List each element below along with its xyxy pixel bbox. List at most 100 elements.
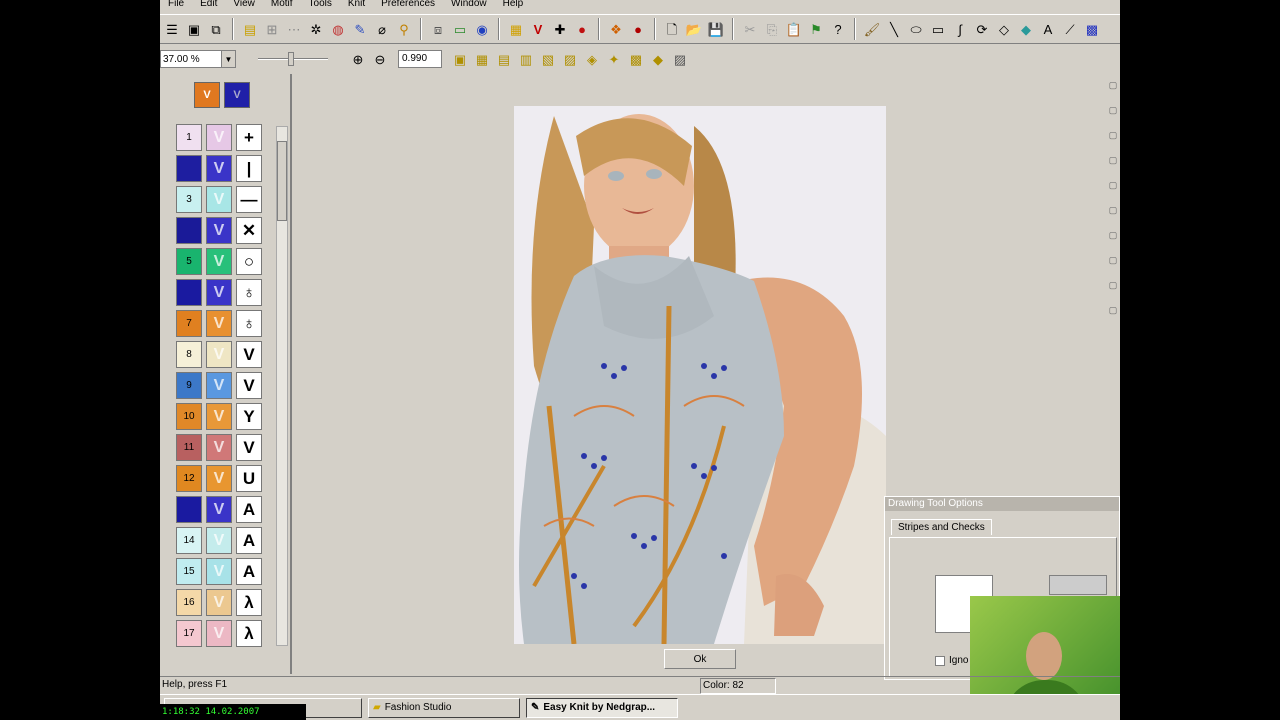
open-folder-icon[interactable]: 📂 <box>684 19 704 39</box>
stitch-v-icon[interactable]: V <box>206 217 232 244</box>
yarn-number-swatch[interactable]: 11 <box>176 434 202 461</box>
stitch-v-icon[interactable]: V <box>206 620 232 647</box>
stitch-v-icon[interactable]: V <box>206 124 232 151</box>
ignore-checkbox[interactable]: Igno <box>935 655 968 666</box>
yarn-number-swatch[interactable]: 9 <box>176 372 202 399</box>
stitch-symbol[interactable]: — <box>236 186 262 213</box>
palette-row[interactable]: 15 V A <box>176 556 268 587</box>
checkbox-box[interactable] <box>935 655 945 666</box>
palette-row[interactable]: 11 V V <box>176 432 268 463</box>
menu-tools[interactable]: Tools <box>301 0 340 10</box>
stitch-v-icon[interactable]: V <box>206 496 232 523</box>
stitch-symbol[interactable]: ○ <box>236 248 262 275</box>
palette-row[interactable]: V ♁ <box>176 277 268 308</box>
taskbar-easy-knit[interactable]: ✎ Easy Knit by Nedgrap... <box>526 697 678 718</box>
curve-icon[interactable]: ∫ <box>950 19 970 39</box>
pencil-icon[interactable]: ✎ <box>350 19 370 39</box>
side-tool-5-icon[interactable]: ▢ <box>1109 180 1118 191</box>
side-tool-9-icon[interactable]: ▢ <box>1109 280 1118 291</box>
yarn-number-swatch[interactable] <box>176 496 202 523</box>
motif-tool-3-icon[interactable]: ▤ <box>494 49 514 69</box>
stitch-symbol[interactable]: | <box>236 155 262 182</box>
new-motif-icon[interactable]: ▤ <box>240 19 260 39</box>
yarn-number-swatch[interactable] <box>176 155 202 182</box>
yarn-icon[interactable]: ● <box>572 19 592 39</box>
stitch-symbol[interactable]: Y <box>236 403 262 430</box>
stitch-symbol[interactable]: V <box>236 434 262 461</box>
motif-tool-1-icon[interactable]: ▣ <box>450 49 470 69</box>
stitch-symbol[interactable]: A <box>236 558 262 585</box>
layers-icon[interactable]: ⧉ <box>206 19 226 39</box>
menu-knit[interactable]: Knit <box>340 0 373 10</box>
stitch-symbol[interactable]: U <box>236 465 262 492</box>
align-left-icon[interactable]: ☰ <box>162 19 182 39</box>
slider-thumb[interactable] <box>288 52 294 66</box>
menu-file[interactable]: File <box>160 0 192 10</box>
ellipse-icon[interactable]: ⬭ <box>906 19 926 39</box>
ok-button[interactable]: Ok <box>664 649 736 669</box>
frame-icon[interactable]: ▭ <box>450 19 470 39</box>
copy-icon[interactable]: ⎘ <box>762 19 782 39</box>
rectangle-icon[interactable]: ▭ <box>928 19 948 39</box>
yarn-number-swatch[interactable]: 8 <box>176 341 202 368</box>
stitch-symbol[interactable]: ♁ <box>236 279 262 306</box>
dots-icon[interactable]: ⋯ <box>284 19 304 39</box>
menu-edit[interactable]: Edit <box>192 0 225 10</box>
stitch-v-icon[interactable]: V <box>206 589 232 616</box>
fill-icon[interactable]: ◍ <box>328 19 348 39</box>
menu-motif[interactable]: Motif <box>263 0 301 10</box>
stitch-symbol[interactable]: V <box>236 372 262 399</box>
repeat-icon[interactable]: ⧈ <box>428 19 448 39</box>
stitch-v-icon[interactable]: V <box>206 403 232 430</box>
zoom-combo[interactable]: 37.00 % ▼ <box>160 50 236 68</box>
yarn-number-swatch[interactable]: 3 <box>176 186 202 213</box>
side-tool-10-icon[interactable]: ▢ <box>1109 305 1118 316</box>
stitch-v-icon[interactable]: V <box>206 465 232 492</box>
pin-icon[interactable]: ⚑ <box>806 19 826 39</box>
line-icon[interactable]: ╲ <box>884 19 904 39</box>
yarn-number-swatch[interactable]: 12 <box>176 465 202 492</box>
help-cursor-icon[interactable]: ? <box>828 19 848 39</box>
clip-icon[interactable]: ⌀ <box>372 19 392 39</box>
side-tool-4-icon[interactable]: ▢ <box>1109 155 1118 166</box>
motif-tool-7-icon[interactable]: ◈ <box>582 49 602 69</box>
palette-row[interactable]: V ✕ <box>176 215 268 246</box>
stitch-v-icon[interactable]: V <box>206 527 232 554</box>
value-field[interactable]: 0.990 <box>398 50 442 68</box>
palette-row[interactable]: 10 V Y <box>176 401 268 432</box>
stitch-symbol[interactable]: + <box>236 124 262 151</box>
eyedropper-icon[interactable]: ⟋ <box>1060 19 1080 39</box>
palette-row[interactable]: VA <box>176 494 268 525</box>
palette-row[interactable]: 5 V ○ <box>176 246 268 277</box>
brush-icon[interactable]: 🖌 <box>862 19 882 39</box>
palette-scrollbar[interactable] <box>276 126 288 646</box>
tab-stripes-and-checks[interactable]: Stripes and Checks <box>891 519 992 535</box>
text-a-icon[interactable]: A <box>1038 19 1058 39</box>
menu-view[interactable]: View <box>225 0 263 10</box>
eraser-icon[interactable]: ◇ <box>994 19 1014 39</box>
palette-row[interactable]: 3 V — <box>176 184 268 215</box>
brightness-slider[interactable] <box>258 50 334 68</box>
foreground-color-swatch[interactable]: V <box>194 82 220 108</box>
side-tool-3-icon[interactable]: ▢ <box>1109 130 1118 141</box>
stitch-v-icon[interactable]: V <box>206 558 232 585</box>
motif-tool-6-icon[interactable]: ▨ <box>560 49 580 69</box>
motif-tool-5-icon[interactable]: ▧ <box>538 49 558 69</box>
palette-row[interactable]: 12 V U <box>176 463 268 494</box>
zoom-out-icon[interactable]: ⊖ <box>370 49 390 69</box>
taskbar-fashion-studio[interactable]: ▰ Fashion Studio <box>368 697 520 718</box>
palette-row[interactable]: 1 V + <box>176 122 268 153</box>
side-tool-8-icon[interactable]: ▢ <box>1109 255 1118 266</box>
yarn-number-swatch[interactable]: 7 <box>176 310 202 337</box>
wand-icon[interactable]: ✲ <box>306 19 326 39</box>
motif-tool-9-icon[interactable]: ▩ <box>626 49 646 69</box>
menu-window[interactable]: Window <box>443 0 495 10</box>
menu-help[interactable]: Help <box>495 0 532 10</box>
stitch-symbol[interactable]: λ <box>236 620 262 647</box>
stitch-symbol[interactable]: ♁ <box>236 310 262 337</box>
motif-tool-10-icon[interactable]: ◆ <box>648 49 668 69</box>
palette-row[interactable]: 14 V A <box>176 525 268 556</box>
grid-icon[interactable]: ⊞ <box>262 19 282 39</box>
side-tool-2-icon[interactable]: ▢ <box>1109 105 1118 116</box>
stitch-symbol[interactable]: V <box>236 341 262 368</box>
